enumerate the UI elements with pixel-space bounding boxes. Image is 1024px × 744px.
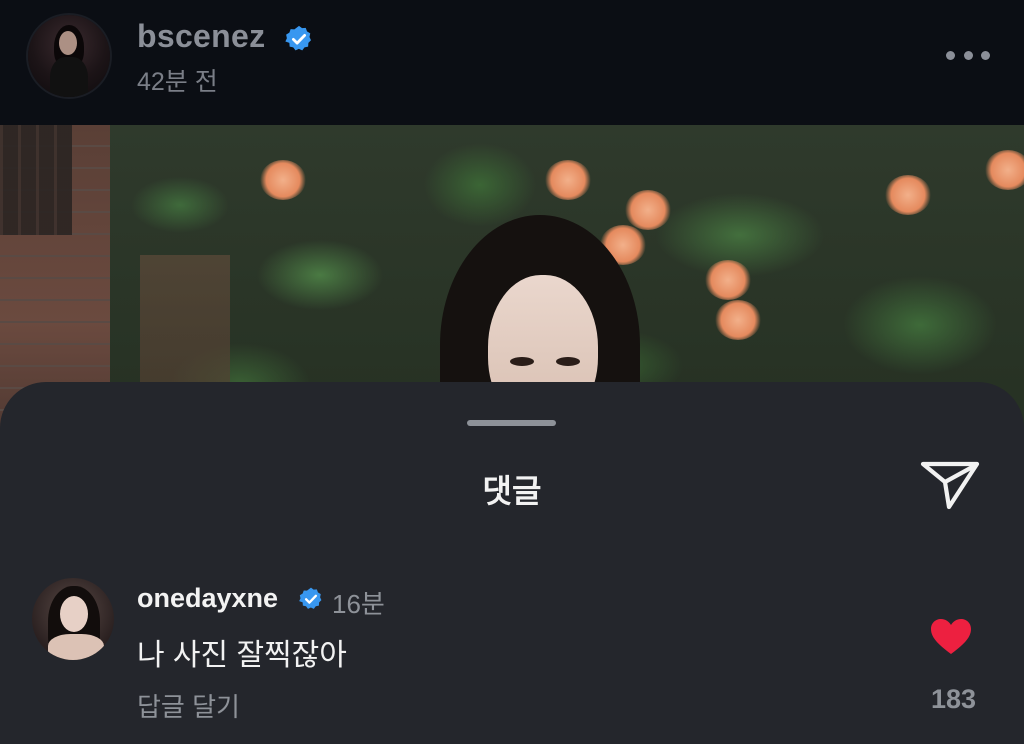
- commenter-avatar[interactable]: [32, 578, 114, 660]
- verified-badge-icon: [285, 25, 311, 51]
- commenter-username[interactable]: onedayxne: [137, 583, 278, 614]
- sheet-grabber[interactable]: [467, 420, 556, 426]
- eye: [556, 357, 580, 366]
- more-options-icon[interactable]: [946, 48, 990, 62]
- flower: [545, 160, 591, 200]
- more-dot: [981, 50, 990, 60]
- reply-button[interactable]: 답글 달기: [137, 687, 240, 724]
- flower: [885, 175, 931, 215]
- like-count: 183: [930, 684, 976, 714]
- more-dot: [946, 50, 955, 60]
- heart-icon[interactable]: [930, 618, 972, 656]
- comments-sheet: 댓글 onedayxne 16분 나 사진 잘찍잖아 답글 달기 183: [0, 382, 1024, 744]
- avatar-face: [60, 596, 88, 632]
- verified-badge-icon: [299, 587, 322, 609]
- comment-time: 16분: [332, 589, 385, 619]
- flower: [705, 260, 751, 300]
- profile-avatar[interactable]: [28, 15, 110, 97]
- flower: [985, 150, 1024, 190]
- flower: [625, 190, 671, 230]
- post-username[interactable]: bscenez: [137, 18, 265, 55]
- post-header: bscenez 42분 전: [0, 0, 1024, 125]
- sheet-title: 댓글: [482, 473, 542, 509]
- avatar-body: [50, 57, 88, 97]
- avatar-shoulder: [48, 634, 104, 660]
- post-timestamp: 42분 전: [137, 68, 218, 96]
- flower: [260, 160, 306, 200]
- more-dot: [963, 50, 973, 60]
- eye: [510, 357, 534, 366]
- send-icon[interactable]: [918, 457, 982, 513]
- avatar-face: [59, 31, 77, 55]
- flower: [715, 300, 761, 340]
- comment-text: 나 사진 잘찍잖아: [137, 639, 347, 672]
